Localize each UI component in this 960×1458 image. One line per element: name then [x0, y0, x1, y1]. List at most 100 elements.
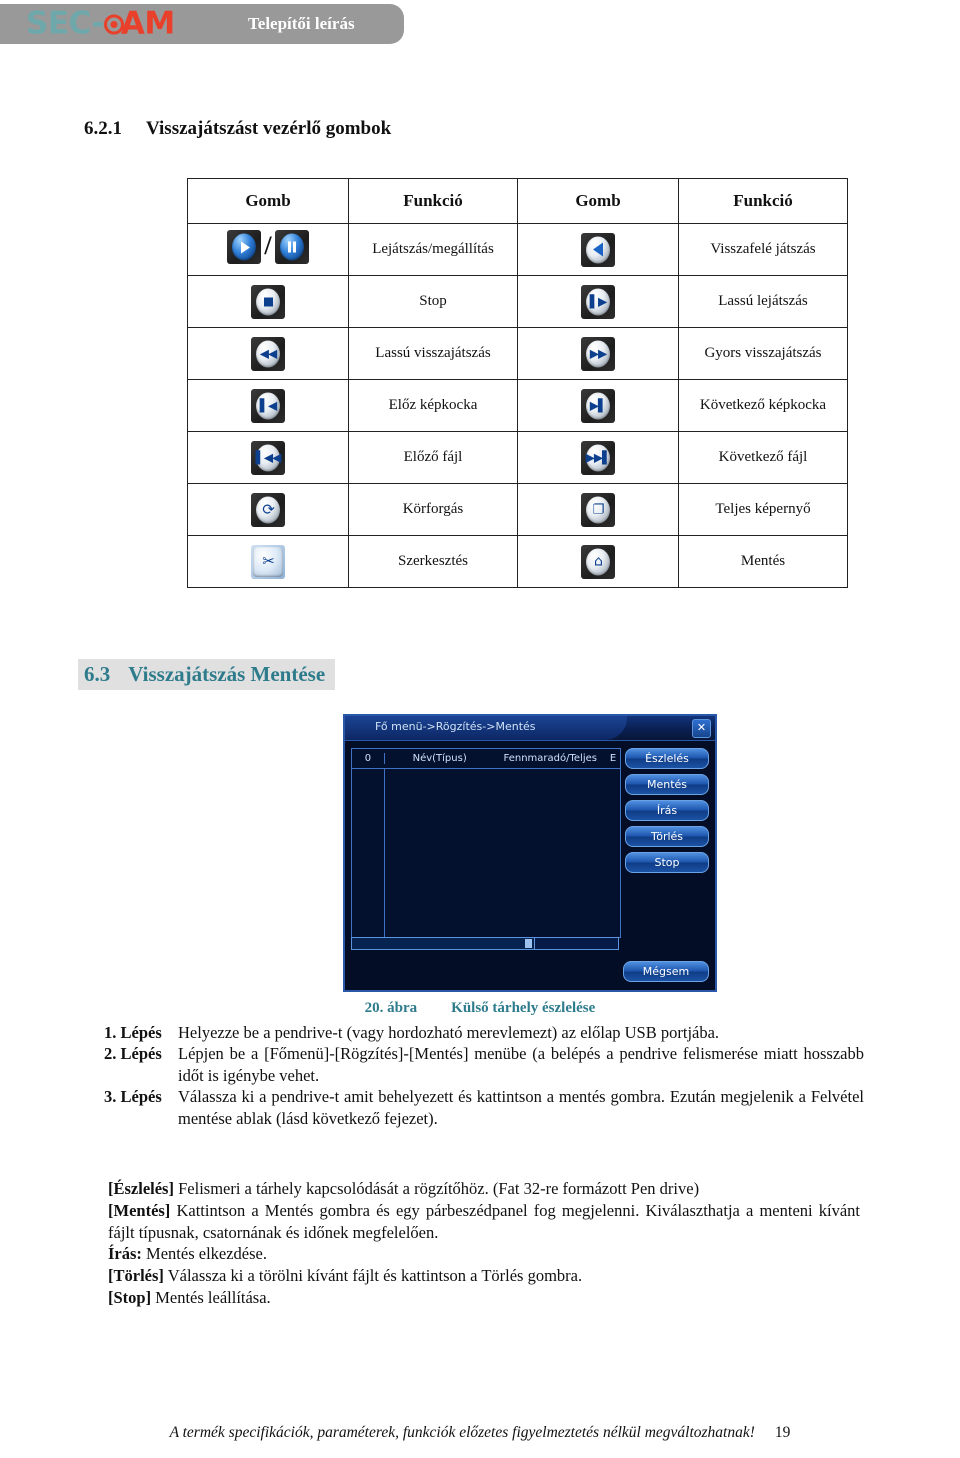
note-text-write: Mentés elkezdése.: [141, 1244, 267, 1264]
note-backup: [Mentés] Kattintson a Mentés gombra és e…: [108, 1200, 860, 1244]
detect-button[interactable]: Észlelés: [625, 748, 709, 769]
dvr-device-list[interactable]: 0 Név(Típus) Fennmaradó/Teljes E: [351, 748, 621, 938]
table-row: ◀◀ Lassú visszajátszás ▶▶ Gyors visszajá…: [187, 327, 848, 380]
cell-label-slow-play: Lassú lejátszás: [678, 275, 848, 328]
dvr-scrollbar-thumb[interactable]: [352, 938, 535, 949]
slash-separator: /: [264, 231, 272, 260]
save-backup-button-icon: ⌂: [581, 544, 615, 579]
next-frame-button-icon: ▶▌: [581, 388, 615, 423]
cell-icon-rotate: ⟳: [187, 483, 349, 536]
notes-block: [Észlelés] Felismeri a tárhely kapcsolód…: [108, 1178, 860, 1309]
cell-icon-fullscreen: ❐: [517, 483, 679, 536]
scissors-edit-button-icon: ✂: [251, 544, 285, 579]
section-title-63: Visszajátszás Mentése: [128, 662, 326, 686]
section-number-63: 6.3: [84, 662, 111, 686]
section-heading-621: 6.2.1 Visszajátszást vezérlő gombok: [84, 118, 391, 140]
erase-button[interactable]: Törlés: [625, 826, 709, 847]
note-text-detect: Felismeri a tárhely kapcsolódását a rögz…: [173, 1179, 700, 1198]
figure-number: 20. ábra: [364, 1000, 418, 1016]
pause-button-icon: [274, 230, 309, 264]
note-write: Írás: Mentés elkezdése.: [108, 1243, 860, 1265]
cell-icon-play-pause: /: [187, 223, 349, 276]
cell-icon-previous-file: ▌◀◀: [187, 431, 349, 484]
header-title: Telepítői leírás: [248, 14, 355, 33]
cell-label-save: Mentés: [678, 535, 848, 588]
rewind-button-icon: ◀◀: [251, 336, 285, 371]
list-item: 3. Lépés Válassza ki a pendrive-t amit b…: [104, 1086, 864, 1129]
fast-forward-button-icon: ▶▶: [581, 336, 615, 371]
cell-icon-save: ⌂: [517, 535, 679, 588]
cancel-button[interactable]: Mégsem: [623, 961, 709, 982]
dvr-col-name-type: Név(Típus): [412, 753, 467, 764]
dvr-dialog-titlebar: Fő menü->Rögzítés->Mentés ✕: [345, 716, 715, 741]
table-row: ⟳ Körforgás ❐ Teljes képernyő: [187, 483, 848, 536]
sec-cam-logo: SEC- AM: [26, 5, 175, 42]
dvr-col-status: E: [609, 753, 617, 764]
step-text-2: Lépjen be a [Főmenü]-[Rögzítés]-[Mentés]…: [178, 1044, 864, 1085]
cell-label-rewind: Lassú visszajátszás: [348, 327, 518, 380]
dvr-horizontal-scrollbar[interactable]: [351, 937, 619, 950]
cell-icon-next-frame: ▶▌: [517, 379, 679, 432]
slow-play-button-icon: ▌▶: [581, 284, 615, 319]
note-term-detect: [Észlelés]: [108, 1179, 174, 1198]
dvr-col-free-total: Fennmaradó/Teljes: [503, 753, 597, 764]
reverse-play-button-icon: [581, 232, 615, 267]
logo-text-sec: SEC-: [26, 5, 104, 42]
note-text-backup: Kattintson a Mentés gombra és egy párbes…: [108, 1200, 860, 1242]
section-heading-63: 6.3 Visszajátszás Mentése: [78, 659, 336, 690]
next-file-button-icon: ▶▶▌: [581, 440, 615, 475]
previous-file-button-icon: ▌◀◀: [251, 440, 285, 475]
note-term-erase: [Törlés]: [108, 1266, 164, 1286]
page-header-bar: SEC- AM Telepítői leírás: [0, 4, 404, 44]
section-title-621: Visszajátszást vezérlő gombok: [146, 118, 392, 139]
dvr-action-buttons: Észlelés Mentés Írás Törlés Stop: [625, 748, 709, 873]
note-stop: [Stop] Mentés leállítása.: [108, 1287, 860, 1309]
footer-disclaimer: A termék specifikációk, paraméterek, fun…: [169, 1424, 755, 1441]
table-row: ✂ Szerkesztés ⌂ Mentés: [187, 535, 848, 588]
cell-label-play-pause: Lejátszás/megállítás: [348, 223, 518, 276]
play-button-icon: [227, 230, 262, 264]
cell-label-next-frame: Következő képkocka: [678, 379, 848, 432]
logo-text-cam: AM: [120, 5, 175, 42]
table-row: ▌◀◀ Előző fájl ▶▶▌ Következő fájl: [187, 431, 848, 484]
cell-label-fast-forward: Gyors visszajátszás: [678, 327, 848, 380]
steps-list: 1. Lépés Helyezze be a pendrive-t (vagy …: [104, 1022, 864, 1129]
cell-icon-previous-frame: ▌◀: [187, 379, 349, 432]
cell-label-reverse-play: Visszafelé játszás: [678, 223, 848, 276]
table-row: Stop ▌▶ Lassú lejátszás: [187, 275, 848, 328]
dvr-dialog-body: 0 Név(Típus) Fennmaradó/Teljes E Észlelé…: [349, 744, 711, 986]
note-text-stop: Mentés leállítása.: [151, 1287, 271, 1307]
cell-label-next-file: Következő fájl: [678, 431, 848, 484]
step-label-2: 2. Lépés: [104, 1044, 162, 1064]
dvr-col-index: 0: [352, 753, 385, 764]
stop-button-icon: [251, 284, 285, 319]
cell-icon-next-file: ▶▶▌: [517, 431, 679, 484]
backup-button[interactable]: Mentés: [625, 774, 709, 795]
section-number-621: 6.2.1: [84, 118, 122, 139]
figure-caption-text: Külső tárhely észlelése: [451, 1000, 596, 1016]
playback-button-table: Gomb Funkció Gomb Funkció / Lejátszás/me…: [187, 178, 848, 588]
dvr-list-header-row: 0 Név(Típus) Fennmaradó/Teljes E: [352, 749, 620, 769]
write-button[interactable]: Írás: [625, 800, 709, 821]
step-text-1: Helyezze be a pendrive-t (vagy hordozhat…: [178, 1023, 720, 1042]
dvr-dialog-title: Fő menü->Rögzítés->Mentés: [375, 720, 536, 733]
dvr-backup-dialog: Fő menü->Rögzítés->Mentés ✕ 0 Név(Típus)…: [343, 714, 717, 992]
column-header-gomb-1: Gomb: [187, 178, 349, 224]
fullscreen-button-icon: ❐: [581, 492, 615, 527]
rotate-button-icon: ⟳: [251, 492, 285, 527]
previous-frame-button-icon: ▌◀: [251, 388, 285, 423]
step-text-3: Válassza ki a pendrive-t amit behelyezet…: [178, 1087, 864, 1128]
cell-icon-reverse-play: [517, 223, 679, 276]
cell-icon-slow-play: ▌▶: [517, 275, 679, 328]
step-label-1: 1. Lépés: [104, 1023, 162, 1042]
note-term-backup: [Mentés]: [108, 1200, 171, 1220]
cell-label-edit: Szerkesztés: [348, 535, 518, 588]
table-row: ▌◀ Előz képkocka ▶▌ Következő képkocka: [187, 379, 848, 432]
table-row: / Lejátszás/megállítás Visszafelé játszá…: [187, 223, 848, 276]
stop-button[interactable]: Stop: [625, 852, 709, 873]
dvr-scrollbar-grip[interactable]: [525, 939, 532, 948]
table-header-row: Gomb Funkció Gomb Funkció: [187, 178, 848, 224]
page-number: 19: [774, 1424, 791, 1441]
close-icon[interactable]: ✕: [692, 719, 711, 738]
cell-icon-stop: [187, 275, 349, 328]
